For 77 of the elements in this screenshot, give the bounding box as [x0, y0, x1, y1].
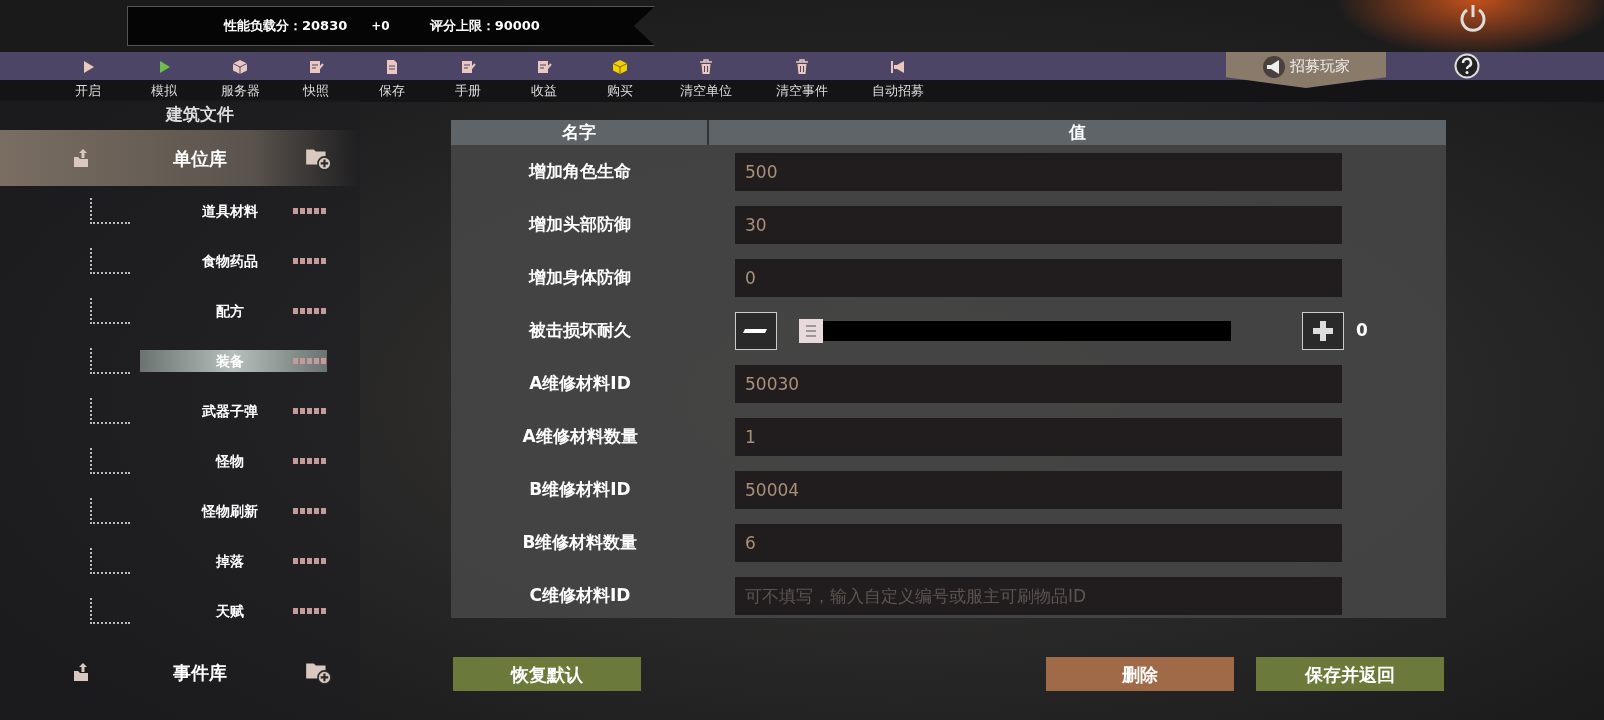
field-label: B维修材料ID [528, 477, 632, 501]
slider-thumb[interactable] [799, 318, 823, 343]
category-item[interactable]: 怪物刷新 [140, 500, 327, 522]
library-row[interactable]: 事件库 [0, 644, 360, 700]
save-return-button[interactable]: 保存并返回 [1256, 657, 1444, 691]
help-icon[interactable] [1454, 53, 1480, 79]
field-label: A维修材料ID [528, 371, 632, 395]
field-label: A维修材料数量 [521, 424, 639, 448]
trash-icon[interactable] [793, 57, 811, 76]
tree-connector [90, 398, 130, 424]
toolbar-label[interactable]: 服务器 [220, 83, 260, 98]
field-label: 增加角色生命 [527, 159, 632, 183]
toolbar-label[interactable]: 模拟 [151, 83, 177, 98]
cube-icon[interactable] [611, 57, 629, 76]
handle-icon[interactable] [293, 408, 327, 414]
input-field[interactable]: 500 [735, 152, 1342, 191]
category-item[interactable]: 道具材料 [140, 200, 327, 222]
plus-button[interactable] [1302, 311, 1344, 350]
field-label: B维修材料数量 [521, 530, 639, 554]
input-field[interactable]: 30 [735, 205, 1342, 244]
handle-icon[interactable] [293, 358, 327, 364]
toolbar-label[interactable]: 购买 [607, 83, 633, 98]
field-label: C维修材料ID [528, 583, 632, 607]
plus-icon [1311, 318, 1335, 343]
input-field[interactable]: 0 [735, 258, 1342, 297]
minus-button[interactable] [735, 311, 777, 350]
field-label: 增加身体防御 [527, 265, 632, 289]
category-item[interactable]: 配方 [140, 300, 327, 322]
cube-icon[interactable] [231, 57, 249, 76]
input-field[interactable]: 1 [735, 417, 1342, 456]
restore-default-button[interactable]: 恢复默认 [453, 657, 641, 691]
toolbar-label[interactable]: 快照 [303, 83, 329, 98]
toolbar-label[interactable]: 开启 [75, 83, 101, 98]
input-field[interactable]: 50030 [735, 364, 1342, 403]
tree-connector [90, 298, 130, 324]
toolbar-label[interactable]: 清空单位 [680, 83, 732, 98]
category-item[interactable]: 掉落 [140, 550, 327, 572]
toolbar-label[interactable]: 自动招募 [872, 83, 924, 98]
handle-icon[interactable] [293, 258, 327, 264]
field-label: 增加头部防御 [527, 212, 632, 236]
toolbar-label[interactable]: 手册 [455, 83, 481, 98]
handle-icon[interactable] [293, 558, 327, 564]
category-item[interactable]: 怪物 [140, 450, 327, 472]
column-header: 值 [1068, 121, 1087, 144]
input-field[interactable]: 可不填写，输入自定义编号或服主可刷物品ID [735, 576, 1342, 615]
slider-track[interactable] [799, 318, 1231, 343]
tree-connector [90, 498, 130, 524]
score-delta: +0 [371, 18, 390, 35]
tree-connector [90, 548, 130, 574]
megaphone-icon [1262, 55, 1286, 78]
load-score: 性能负载分：20830 [224, 17, 348, 36]
input-field[interactable]: 6 [735, 523, 1342, 562]
minus-icon [743, 326, 769, 335]
toolbar-label[interactable]: 清空事件 [776, 83, 828, 98]
handle-icon[interactable] [293, 208, 327, 214]
handle-icon[interactable] [293, 458, 327, 464]
slider-value: 0 [1356, 318, 1368, 342]
column-header: 名字 [451, 120, 709, 145]
tree-connector [90, 598, 130, 624]
handle-icon[interactable] [293, 308, 327, 314]
tree-connector [90, 198, 130, 224]
tree-connector [90, 348, 130, 374]
trash-icon[interactable] [697, 57, 715, 76]
field-label: 被击损坏耐久 [527, 318, 632, 342]
delete-button[interactable]: 删除 [1046, 657, 1234, 691]
input-field[interactable]: 50004 [735, 470, 1342, 509]
tree-connector [90, 248, 130, 274]
score-limit: 评分上限：90000 [429, 17, 540, 36]
tree-connector [90, 448, 130, 474]
category-item[interactable]: 食物药品 [140, 250, 327, 272]
toolbar-label[interactable]: 保存 [379, 83, 405, 98]
category-item[interactable]: 武器子弹 [140, 400, 327, 422]
handle-icon[interactable] [293, 508, 327, 514]
handle-icon[interactable] [293, 608, 327, 614]
toolbar-label[interactable]: 收益 [531, 83, 557, 98]
category-item[interactable]: 天赋 [140, 600, 327, 622]
section-title: 建筑文件 [164, 103, 235, 126]
